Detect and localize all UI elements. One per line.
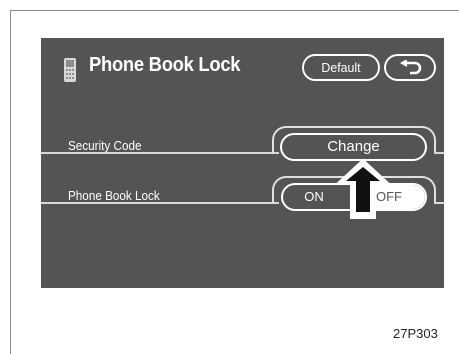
divider-line <box>41 152 279 154</box>
change-button[interactable]: Change <box>280 133 427 161</box>
figure-caption: 27P303 <box>393 326 438 341</box>
divider-line <box>41 202 279 204</box>
back-arrow-icon <box>400 60 422 75</box>
default-button[interactable]: Default <box>302 54 380 81</box>
phone-book-lock-label: Phone Book Lock <box>68 188 160 203</box>
title-bar: Phone Book Lock Default <box>41 38 444 98</box>
divider-line <box>434 202 444 204</box>
divider-line <box>434 152 444 154</box>
display-screen: Phone Book Lock Default Security Code Ch… <box>41 38 444 288</box>
back-button[interactable] <box>384 54 436 81</box>
phone-icon <box>64 58 76 82</box>
page-title: Phone Book Lock <box>89 54 241 76</box>
security-code-label: Security Code <box>68 138 142 153</box>
up-arrow-indicator <box>335 158 391 219</box>
